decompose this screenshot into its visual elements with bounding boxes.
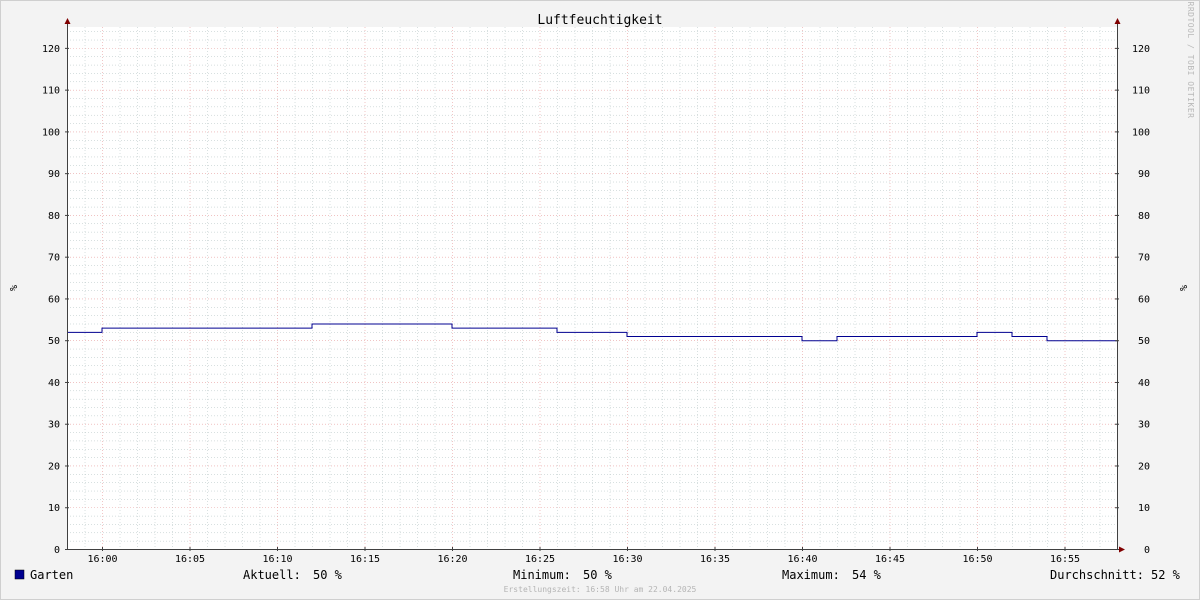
y-tick-label: 0: [54, 545, 60, 556]
minimum-value: 50 %: [583, 568, 613, 582]
y-tick-label: 30: [1138, 420, 1150, 431]
y-tick-label: 110: [1132, 86, 1150, 97]
y-tick-label: 50: [48, 336, 60, 347]
rrdtool-watermark: RRDTOOL / TOBI OETIKER: [1186, 2, 1195, 119]
x-tick-label: 16:15: [350, 554, 380, 565]
y-tick-label: 80: [1138, 211, 1150, 222]
x-tick-label: 16:45: [875, 554, 905, 565]
x-tick-label: 16:00: [87, 554, 117, 565]
x-axis-ticks: 16:00 16:05 16:10 16:15 16:20 16:25 16:30 16:35…: [87, 554, 1080, 565]
y-axis-label-right: %: [1177, 285, 1188, 291]
legend-series-name: Garten: [30, 568, 73, 582]
y-axis-left-arrow: [64, 18, 71, 24]
x-tick-label: 16:20: [437, 554, 467, 565]
y-tick-label: 40: [48, 378, 60, 389]
x-tick-label: 16:55: [1050, 554, 1080, 565]
average-label: Durchschnitt:: [1050, 568, 1144, 582]
y-tick-label: 40: [1138, 378, 1150, 389]
y-axis-left-ticks: 0 10 20 30 40 50 60 70 80 90 100 110 120: [42, 44, 60, 556]
average-value: 52 %: [1151, 568, 1181, 582]
y-tick-label: 60: [1138, 294, 1150, 305]
plot-area: [67, 27, 1117, 549]
x-tick-label: 16:10: [262, 554, 292, 565]
y-tick-label: 80: [48, 211, 60, 222]
y-tick-label: 110: [42, 86, 60, 97]
x-tick-label: 16:25: [525, 554, 555, 565]
x-axis-arrow: [1119, 546, 1125, 553]
y-tick-label: 70: [48, 253, 60, 264]
y-tick-label: 20: [1138, 461, 1150, 472]
legend-color-swatch: [14, 569, 25, 580]
y-tick-label: 90: [1138, 169, 1150, 180]
creation-timestamp: Erstellungszeit: 16:58 Uhr am 22.04.2025: [504, 585, 697, 594]
x-tick-label: 16:50: [962, 554, 992, 565]
chart-title: Luftfeuchtigkeit: [537, 13, 662, 28]
humidity-chart: 0 10 20 30 40 50 60 70 80 90 100 110 120 0 10 20 30 40 50…: [7, 2, 1195, 594]
y-tick-label: 100: [42, 127, 60, 138]
x-tick-label: 16:35: [700, 554, 730, 565]
y-tick-label: 50: [1138, 336, 1150, 347]
y-tick-label: 120: [1132, 44, 1150, 55]
y-tick-label: 90: [48, 169, 60, 180]
y-axis-right-arrow: [1114, 18, 1121, 24]
x-tick-label: 16:05: [175, 554, 205, 565]
y-tick-label: 120: [42, 44, 60, 55]
x-tick-label: 16:40: [787, 554, 817, 565]
minimum-label: Minimum:: [513, 568, 571, 582]
maximum-label: Maximum:: [782, 568, 840, 582]
y-tick-label: 100: [1132, 127, 1150, 138]
y-tick-label: 10: [1138, 503, 1150, 514]
y-tick-label: 0: [1144, 545, 1150, 556]
y-axis-label-left: %: [7, 285, 18, 291]
y-tick-label: 70: [1138, 253, 1150, 264]
y-tick-label: 30: [48, 420, 60, 431]
current-value: 50 %: [313, 568, 343, 582]
x-tick-label: 16:30: [612, 554, 642, 565]
y-tick-label: 60: [48, 294, 60, 305]
maximum-value: 54 %: [852, 568, 882, 582]
y-tick-label: 10: [48, 503, 60, 514]
y-tick-label: 20: [48, 461, 60, 472]
current-label: Aktuell:: [243, 568, 301, 582]
y-axis-right-ticks: 0 10 20 30 40 50 60 70 80 90 100 110 120: [1132, 44, 1150, 556]
